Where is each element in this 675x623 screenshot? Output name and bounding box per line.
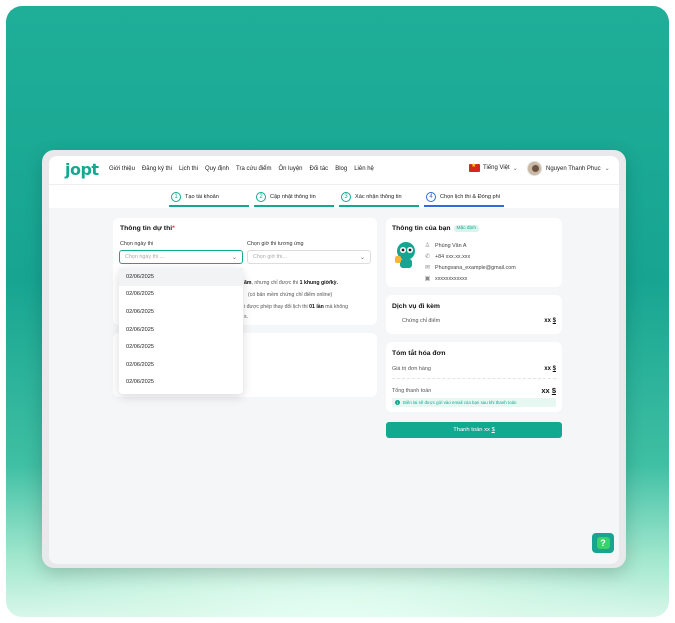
chevron-down-icon: ⌄ xyxy=(231,254,237,261)
nav-menu: Giới thiệu Đăng ký thi Lịch thi Quy định… xyxy=(109,166,374,172)
user-menu[interactable]: Nguyen Thanh Phuc ⌄ xyxy=(527,161,610,176)
step-label: Chọn lịch thi & Đóng phí xyxy=(440,194,501,200)
date-option[interactable]: 02/06/2025 xyxy=(119,286,243,304)
nav-item-dang-ky-thi[interactable]: Đăng ký thi xyxy=(142,166,172,172)
chevron-down-icon: ⌄ xyxy=(604,166,610,172)
order-value-row: Giá trị đơn hàng xx $ xyxy=(392,366,556,372)
phone-icon: ✆ xyxy=(424,254,431,260)
slot-label: Chọn giờ thi tương ứng xyxy=(247,241,304,247)
step-number: 4 xyxy=(426,192,436,202)
email-row: ✉ Phungvana_example@gmail.com xyxy=(424,264,516,272)
nav-item-blog[interactable]: Blog xyxy=(335,166,347,172)
help-chat-button[interactable]: ? xyxy=(592,533,614,553)
date-select[interactable]: Chọn ngày thi ... ⌄ xyxy=(119,250,243,264)
note-line-1: ăm, nhưng chỉ được thi 1 khung giờ/kỳ. xyxy=(244,280,338,286)
nav-item-gioi-thieu[interactable]: Giới thiệu xyxy=(109,166,135,172)
info-icon: i xyxy=(395,400,400,405)
jopt-logo[interactable]: jopt xyxy=(65,160,99,179)
date-option[interactable]: 02/06/2025 xyxy=(119,338,243,356)
language-selector[interactable]: Tiếng Việt ⌄ xyxy=(469,162,518,172)
date-option[interactable]: 02/06/2025 xyxy=(119,268,243,286)
id-card-icon: ▣ xyxy=(424,276,431,282)
date-option[interactable]: 02/06/2025 xyxy=(119,321,243,339)
step-label: Xác nhận thông tin xyxy=(355,194,402,200)
date-dropdown-list: 02/06/2025 02/06/2025 02/06/2025 02/06/2… xyxy=(119,268,243,394)
contact-list: ♙ Phùng Văn A ✆ +84 xxx.xx.xxx ✉ Phungvana_… xyxy=(424,240,516,284)
note-line-3: i được phép thay đổi lịch thi 01 lần mà … xyxy=(244,304,349,310)
mail-icon: ✉ xyxy=(424,265,431,271)
step-number: 2 xyxy=(256,192,266,202)
note-line-4: s. xyxy=(244,314,249,320)
nav-item-lien-he[interactable]: Liên hệ xyxy=(354,166,374,172)
step-tao-tai-khoan[interactable]: 1 Tạo tài khoản xyxy=(169,189,249,207)
receipt-notice: i Biên lai sẽ được gửi vào email của bạn… xyxy=(392,398,556,407)
avatar xyxy=(527,161,542,176)
user-icon: ♙ xyxy=(424,243,431,249)
question-icon: ? xyxy=(596,537,610,549)
date-option[interactable]: 02/06/2025 xyxy=(119,374,243,392)
progress-steps: 1 Tạo tài khoản 2 Cập nhật thông tin 3 X… xyxy=(49,184,619,208)
name-row: ♙ Phùng Văn A xyxy=(424,242,467,250)
step-xac-nhan-thong-tin[interactable]: 3 Xác nhận thông tin xyxy=(339,189,419,207)
nav-item-on-luyen[interactable]: Ôn luyện xyxy=(278,166,302,172)
date-option[interactable]: 02/06/2025 xyxy=(119,303,243,321)
step-number: 1 xyxy=(171,192,181,202)
step-cap-nhat-thong-tin[interactable]: 2 Cập nhật thông tin xyxy=(254,189,334,207)
date-option[interactable]: 02/06/2025 xyxy=(119,356,243,374)
top-nav: jopt Giới thiệu Đăng ký thi Lịch thi Quy… xyxy=(49,156,619,184)
service-item-label: Chứng chỉ điểm xyxy=(402,318,441,324)
services-title: Dịch vụ đi kèm xyxy=(392,303,440,310)
nav-item-tra-cuu-diem[interactable]: Tra cứu điểm xyxy=(236,166,271,172)
user-name: Nguyen Thanh Phuc xyxy=(546,165,601,172)
nav-item-lich-thi[interactable]: Lịch thi xyxy=(179,166,198,172)
invoice-card: Tóm tắt hóa đơn Giá trị đơn hàng xx $ Tổ… xyxy=(386,342,562,412)
date-label: Chọn ngày thi xyxy=(120,241,154,247)
step-number: 3 xyxy=(341,192,351,202)
step-label: Cập nhật thông tin xyxy=(270,194,316,200)
chevron-down-icon: ⌄ xyxy=(512,165,518,172)
chevron-down-icon: ⌄ xyxy=(359,254,365,261)
step-chon-lich-thi[interactable]: 4 Chọn lịch thi & Đóng phí xyxy=(424,189,504,207)
default-badge: Mặc định xyxy=(453,225,479,232)
mascot-icon xyxy=(395,242,415,268)
nav-item-doi-tac[interactable]: Đối tác xyxy=(310,166,329,172)
services-card: Dịch vụ đi kèm Chứng chỉ điểm xx $ xyxy=(386,295,562,334)
service-item[interactable]: Chứng chỉ điểm xx $ xyxy=(392,318,556,324)
your-info-card: Thông tin của bạn Mặc định ♙ Phùng Văn A ✆… xyxy=(386,218,562,287)
invoice-title: Tóm tắt hóa đơn xyxy=(392,350,446,357)
vietnam-flag-icon xyxy=(469,162,480,172)
your-info-title: Thông tin của bạn Mặc định xyxy=(392,225,479,232)
total-row: Tổng thanh toán xx $ xyxy=(392,386,556,395)
nav-item-quy-dinh[interactable]: Quy định xyxy=(205,166,229,172)
id-row: ▣ xxxxxxxxxxxx xyxy=(424,275,468,283)
slot-select[interactable]: Chọn giờ thi... ⌄ xyxy=(247,250,371,264)
note-line-2: (có bản mềm chứng chỉ điểm online) xyxy=(248,292,333,298)
phone-row: ✆ +84 xxx.xx.xxx xyxy=(424,253,471,261)
exam-info-title: Thông tin dự thi* xyxy=(120,225,175,232)
pay-button[interactable]: Thanh toán xx $ xyxy=(386,422,562,438)
app-screen: jopt Giới thiệu Đăng ký thi Lịch thi Quy… xyxy=(49,156,619,564)
service-item-price: xx $ xyxy=(544,318,556,324)
language-label: Tiếng Việt xyxy=(483,165,510,171)
step-label: Tạo tài khoản xyxy=(185,194,219,200)
divider xyxy=(392,378,556,379)
